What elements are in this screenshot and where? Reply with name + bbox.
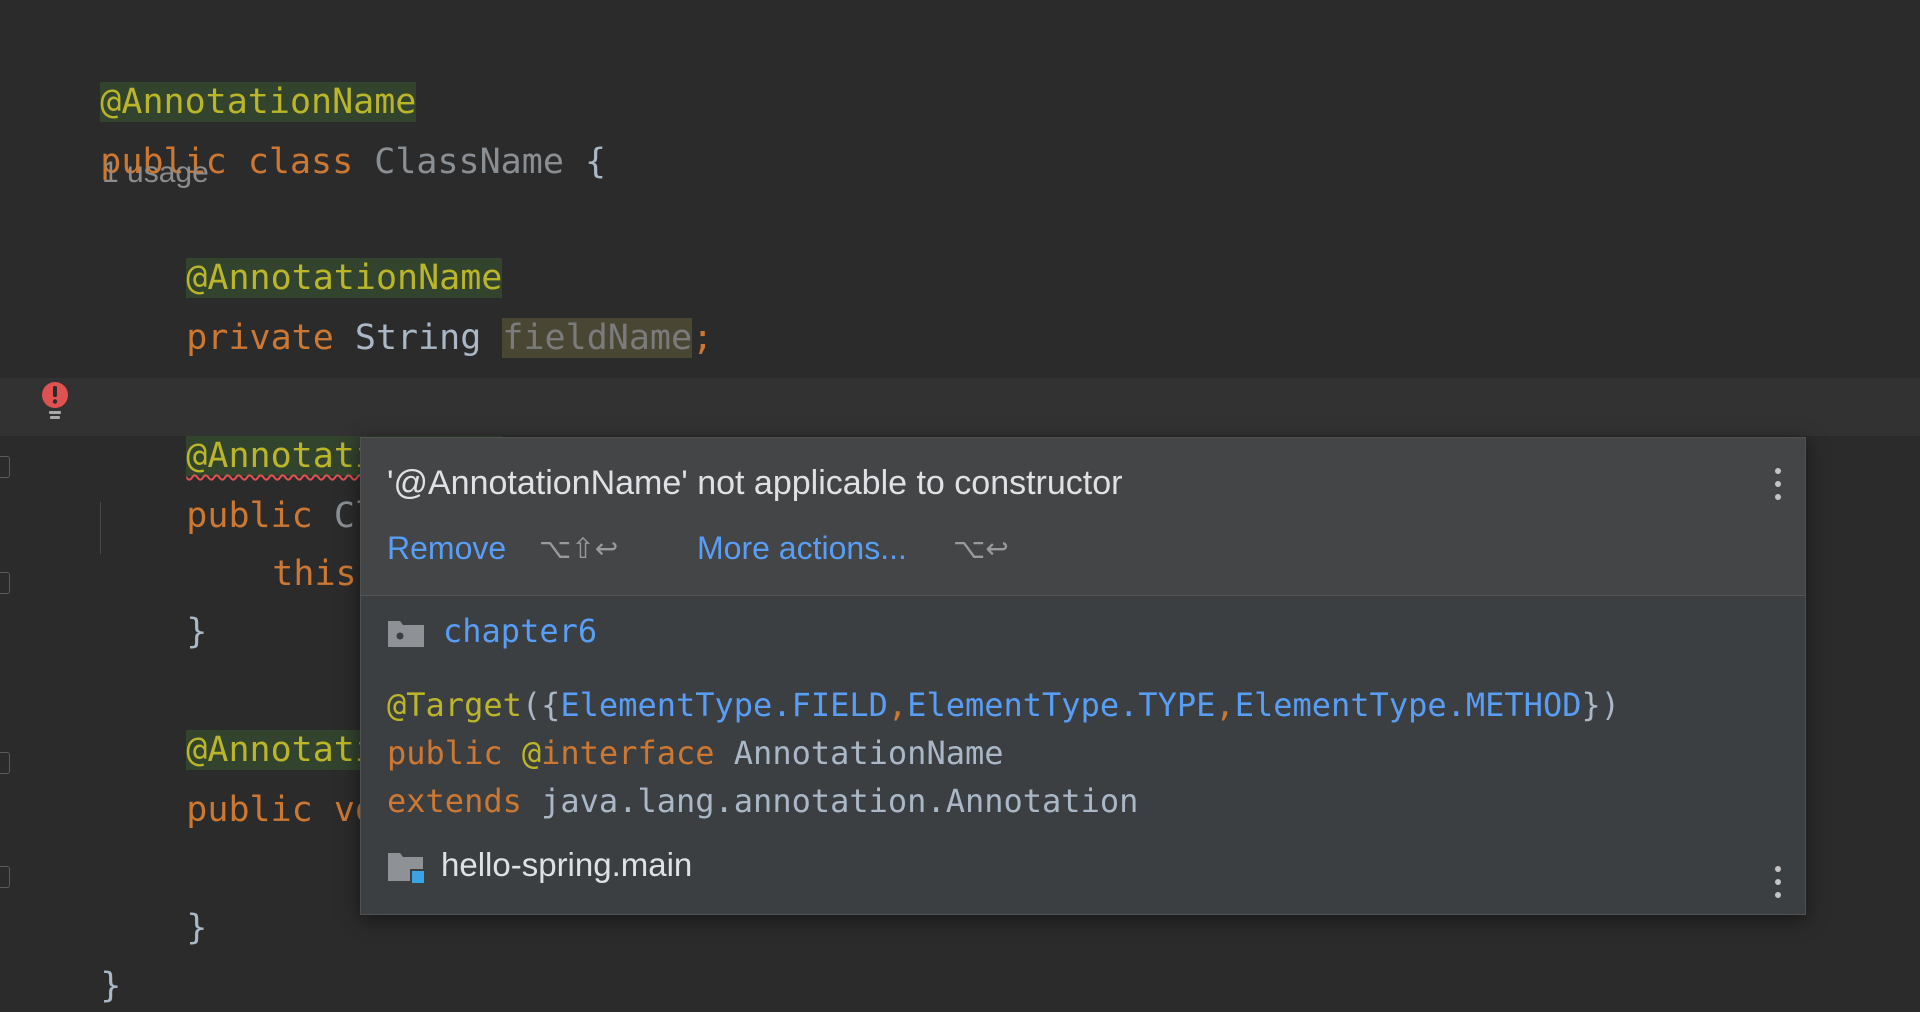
fold-marker[interactable] [0,456,10,478]
package-folder-icon [388,621,424,647]
declaration-line: @Target({ElementType.FIELD,ElementType.T… [387,686,1620,724]
brace-token: } [100,966,122,1006]
brace-token: } [186,908,208,948]
brace-token: { [584,142,607,182]
declaration-line: extends java.lang.annotation.Annotation [387,782,1138,820]
keyword-token: this [272,554,357,594]
remove-annotation-action[interactable]: Remove [387,530,506,567]
supertype-token: java.lang.annotation.Annotation [541,782,1139,820]
code-line: @AnnotationName [102,384,503,476]
decl-punct: }) [1581,686,1620,724]
fold-marker[interactable] [0,866,10,888]
code-line: private String fieldName; [102,266,713,358]
keyword-token: extends [387,782,522,820]
keyword-token: public [186,790,313,830]
keyword-token: class [247,142,354,182]
code-line: } [102,560,207,652]
decl-comma: , [1215,686,1235,724]
code-line: @AnnotationName [16,30,417,122]
popup-footer-options-icon[interactable] [1767,862,1787,902]
decl-punct: ({ [521,686,561,724]
package-name-link[interactable]: chapter6 [443,612,597,650]
code-line: public class ClassName { [16,90,606,182]
field-token: fieldName [502,318,693,358]
element-type-link[interactable]: ElementType.TYPE [907,686,1215,724]
module-folder-icon [388,853,426,885]
remove-shortcut: ⌥⇧↩ [539,532,619,565]
popup-options-icon[interactable] [1767,464,1787,504]
decl-comma: , [887,686,908,724]
more-actions-link[interactable]: More actions... [697,530,907,567]
module-name: hello-spring.main [441,846,693,883]
keyword-token: private [186,318,334,358]
class-name-token: ClassName [374,142,564,182]
target-annotation: @Target [387,686,522,724]
keyword-token: public [387,734,503,772]
code-line: } [102,856,207,948]
semicolon-token: ; [692,318,714,358]
usage-count-hint[interactable]: 1 usage [102,156,209,190]
declaration-line: public @interface AnnotationName [387,734,1004,772]
at-token: @ [521,734,542,772]
indent-guide [100,502,101,554]
brace-token: } [186,612,208,652]
element-type-link[interactable]: ElementType.FIELD [560,686,888,724]
code-line: @AnnotationName [102,206,503,298]
fold-marker[interactable] [0,752,10,774]
error-quick-doc-popup[interactable]: '@AnnotationName' not applicable to cons… [360,437,1806,915]
type-token: String [354,318,482,358]
code-line: } [16,914,121,1006]
annotation-name-token: AnnotationName [733,734,1004,772]
more-actions-shortcut: ⌥↩ [953,532,1009,565]
fold-marker[interactable] [0,572,10,594]
error-message: '@AnnotationName' not applicable to cons… [387,464,1123,502]
error-bulb-icon[interactable] [38,380,72,420]
element-type-link[interactable]: ElementType.METHOD [1235,686,1582,724]
keyword-token: interface [541,734,715,772]
popup-header: '@AnnotationName' not applicable to cons… [361,438,1805,596]
